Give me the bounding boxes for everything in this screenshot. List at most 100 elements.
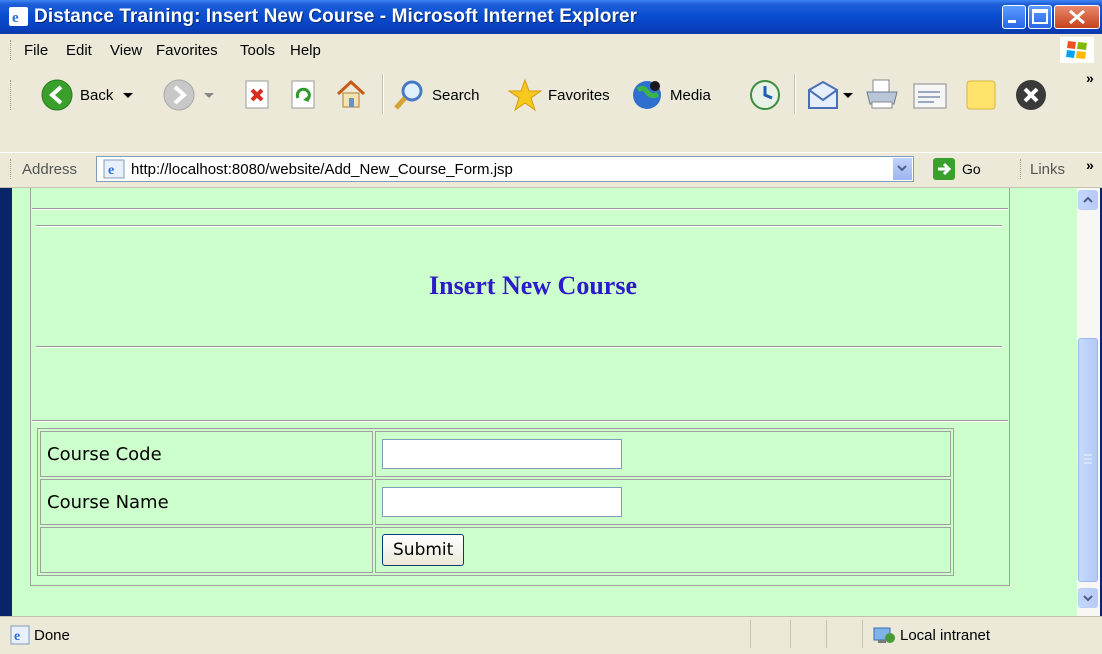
maximize-icon bbox=[1032, 9, 1048, 24]
status-text: Done bbox=[34, 627, 70, 644]
scroll-up-button[interactable] bbox=[1078, 190, 1098, 210]
course-code-label: Course Code bbox=[40, 431, 373, 477]
maximize-button[interactable] bbox=[1028, 5, 1052, 29]
close-icon bbox=[1069, 9, 1085, 25]
back-arrow-icon bbox=[41, 79, 73, 111]
course-code-input[interactable] bbox=[382, 439, 622, 469]
go-button[interactable]: Go bbox=[932, 157, 981, 181]
heading-divider-top bbox=[36, 225, 1002, 227]
chevron-down-icon bbox=[897, 165, 907, 172]
grip-lines-icon bbox=[1084, 454, 1092, 464]
windows-logo-icon bbox=[1060, 37, 1094, 63]
stop-icon bbox=[245, 80, 269, 109]
table-row: Course Name bbox=[40, 479, 951, 525]
menu-edit[interactable]: Edit bbox=[66, 42, 92, 59]
home-icon bbox=[336, 79, 366, 108]
menubar-grip bbox=[10, 40, 14, 60]
messenger-button[interactable] bbox=[1014, 78, 1048, 112]
links-button[interactable]: Links bbox=[1030, 161, 1065, 178]
edit-button[interactable] bbox=[912, 78, 948, 112]
mail-dropdown-icon[interactable] bbox=[842, 90, 854, 100]
status-divider bbox=[862, 620, 863, 648]
go-arrow-icon bbox=[933, 158, 955, 180]
chevron-up-icon bbox=[1083, 196, 1093, 203]
menu-help[interactable]: Help bbox=[290, 42, 321, 59]
svg-text:e: e bbox=[108, 163, 114, 178]
scroll-down-button[interactable] bbox=[1078, 588, 1098, 608]
status-divider bbox=[826, 620, 827, 648]
chevron-down-icon bbox=[1083, 595, 1093, 602]
search-icon bbox=[394, 80, 423, 110]
address-bar: Address e http://localhost:8080/website/… bbox=[0, 152, 1102, 188]
messenger-x-icon bbox=[1016, 80, 1046, 110]
media-label: Media bbox=[670, 86, 711, 104]
course-name-input[interactable] bbox=[382, 487, 622, 517]
status-divider bbox=[790, 620, 791, 648]
zone-label: Local intranet bbox=[900, 627, 991, 644]
menu-view[interactable]: View bbox=[110, 42, 142, 59]
links-overflow-icon[interactable]: » bbox=[1086, 157, 1094, 173]
address-dropdown-button[interactable] bbox=[892, 158, 912, 180]
status-bar: e Done Local intranet bbox=[0, 616, 1102, 654]
svg-text:e: e bbox=[12, 10, 19, 26]
back-label: Back bbox=[80, 86, 114, 104]
forward-button[interactable] bbox=[162, 78, 216, 112]
title-bar[interactable]: e Distance Training: Insert New Course -… bbox=[0, 0, 1102, 34]
media-button[interactable]: Media bbox=[630, 78, 711, 112]
table-row: Submit bbox=[40, 527, 951, 573]
mail-button[interactable] bbox=[806, 78, 854, 112]
refresh-button[interactable] bbox=[290, 80, 318, 110]
page-viewport: Insert New Course Course Code Course Nam… bbox=[12, 188, 1077, 616]
history-button[interactable] bbox=[748, 78, 782, 112]
forward-dropdown-icon[interactable] bbox=[202, 90, 216, 100]
forward-arrow-icon bbox=[163, 79, 195, 111]
scroll-thumb[interactable] bbox=[1078, 338, 1098, 582]
status-divider bbox=[750, 620, 751, 648]
minimize-icon bbox=[1008, 20, 1016, 23]
go-label: Go bbox=[962, 161, 981, 177]
back-button[interactable]: Back bbox=[40, 78, 135, 112]
toolbar-overflow-icon[interactable]: » bbox=[1086, 70, 1094, 86]
course-name-label: Course Name bbox=[40, 479, 373, 525]
form-divider bbox=[32, 420, 1008, 422]
stop-button[interactable] bbox=[244, 80, 272, 110]
menu-tools[interactable]: Tools bbox=[240, 42, 275, 59]
page-ie-icon: e bbox=[103, 159, 125, 179]
print-button[interactable] bbox=[864, 78, 900, 112]
addressbar-grip bbox=[10, 159, 14, 179]
favorites-button[interactable]: Favorites bbox=[508, 78, 610, 112]
course-code-cell bbox=[375, 431, 951, 477]
address-input[interactable]: e http://localhost:8080/website/Add_New_… bbox=[96, 156, 914, 182]
search-button[interactable]: Search bbox=[392, 78, 480, 112]
toolbar-grip bbox=[10, 80, 14, 110]
page-heading: Insert New Course bbox=[429, 271, 637, 300]
back-dropdown-icon[interactable] bbox=[121, 90, 135, 100]
table-row: Course Code bbox=[40, 431, 951, 477]
star-icon bbox=[508, 78, 542, 112]
close-button[interactable] bbox=[1054, 5, 1100, 29]
menu-bar: File Edit View Favorites Tools Help bbox=[0, 34, 1102, 67]
history-icon bbox=[750, 80, 780, 110]
minimize-button[interactable] bbox=[1002, 5, 1026, 29]
edit-page-icon bbox=[913, 83, 947, 109]
heading-divider-bottom bbox=[36, 346, 1002, 348]
home-button[interactable] bbox=[334, 78, 368, 110]
favorites-label: Favorites bbox=[548, 86, 610, 104]
menu-favorites[interactable]: Favorites bbox=[156, 42, 218, 59]
submit-button[interactable]: Submit bbox=[382, 534, 465, 566]
vertical-scrollbar[interactable] bbox=[1077, 188, 1100, 616]
sticky-note-icon bbox=[966, 80, 996, 110]
menu-file[interactable]: File bbox=[24, 42, 48, 59]
discuss-button[interactable] bbox=[964, 78, 998, 112]
toolbar-separator bbox=[382, 74, 384, 114]
course-name-cell bbox=[375, 479, 951, 525]
course-form-table: Course Code Course Name Submit bbox=[37, 428, 954, 576]
empty-cell bbox=[40, 527, 373, 573]
mail-icon bbox=[808, 80, 838, 109]
window-title: Distance Training: Insert New Course - M… bbox=[34, 6, 638, 27]
page-status-icon: e bbox=[10, 625, 30, 645]
refresh-icon bbox=[291, 80, 315, 109]
links-grip bbox=[1020, 159, 1024, 179]
toolbar-separator bbox=[794, 74, 796, 114]
intranet-zone-icon bbox=[873, 627, 895, 643]
